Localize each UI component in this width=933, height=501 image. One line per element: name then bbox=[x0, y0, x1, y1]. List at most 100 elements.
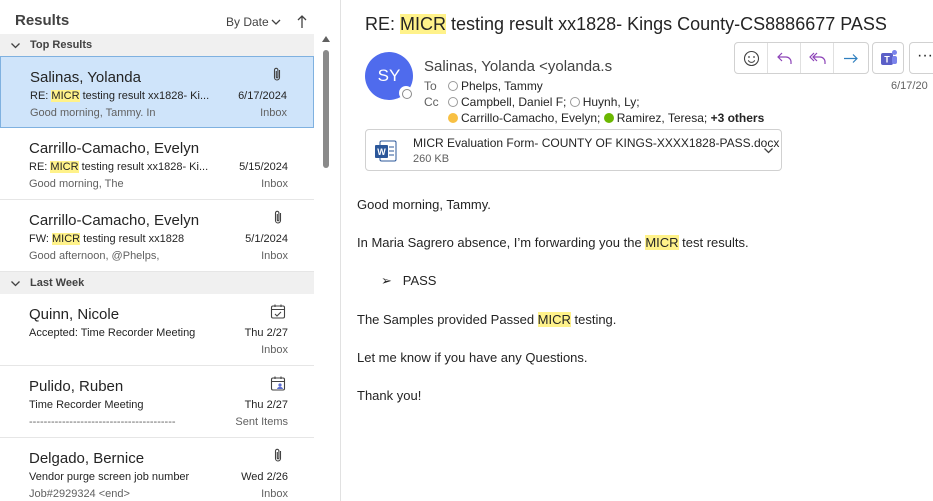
message-date: 6/17/20 bbox=[891, 80, 928, 92]
preview-text: ---------------------------------------- bbox=[29, 416, 176, 428]
reply-button[interactable] bbox=[768, 43, 801, 73]
body-paragraph: Let me know if you have any Questions. bbox=[357, 350, 588, 365]
reply-icon bbox=[777, 52, 792, 64]
chevron-down-icon[interactable] bbox=[10, 278, 21, 289]
group-label: Last Week bbox=[30, 277, 85, 289]
reply-all-button[interactable] bbox=[801, 43, 834, 73]
received-date: 5/15/2024 bbox=[239, 161, 288, 173]
teams-icon: T bbox=[881, 50, 897, 65]
subject-line: Accepted: Time Recorder Meeting bbox=[29, 327, 196, 339]
chevron-down-icon[interactable] bbox=[270, 16, 282, 28]
react-button[interactable] bbox=[735, 43, 768, 73]
subject-line: Vendor purge screen job number bbox=[29, 471, 190, 483]
sender-name: Pulido, Ruben bbox=[29, 378, 124, 395]
list-item[interactable]: Carrillo-Camacho, Evelyn FW: MICR testin… bbox=[0, 200, 314, 272]
list-scrollbar[interactable] bbox=[319, 36, 333, 501]
presence-offline-icon bbox=[569, 97, 580, 107]
body-paragraph: The Samples provided Passed MICR testing… bbox=[357, 312, 617, 327]
sort-by-date-button[interactable]: By Date bbox=[226, 15, 269, 29]
received-date: Wed 2/26 bbox=[241, 471, 288, 483]
group-header-top-results[interactable]: Top Results bbox=[0, 34, 314, 56]
presence-available-icon bbox=[603, 113, 614, 123]
list-item[interactable]: Carrillo-Camacho, Evelyn RE: MICR testin… bbox=[0, 128, 314, 200]
body-paragraph: In Maria Sagrero absence, I’m forwarding… bbox=[357, 235, 749, 250]
more-recipients-link[interactable]: +3 others bbox=[711, 111, 765, 125]
folder-label: Inbox bbox=[261, 344, 288, 356]
chevron-down-icon[interactable] bbox=[763, 145, 774, 156]
cc-recipients-more: Carrillo-Camacho, Evelyn; Ramirez, Teres… bbox=[424, 111, 764, 125]
received-date: 5/1/2024 bbox=[245, 233, 288, 245]
subject-line: Time Recorder Meeting bbox=[29, 399, 144, 411]
calendar-accepted-icon bbox=[270, 304, 286, 319]
sender-name: Carrillo-Camacho, Evelyn bbox=[29, 140, 200, 157]
preview-text: Job#2929324 <end> bbox=[29, 488, 130, 500]
received-date: Thu 2/27 bbox=[244, 327, 288, 339]
presence-offline-icon bbox=[399, 86, 413, 100]
sender-address[interactable]: Salinas, Yolanda <yolanda.sa bbox=[424, 58, 612, 75]
recipient[interactable]: Huynh, Ly; bbox=[583, 95, 640, 109]
message-subject: RE: MICR testing result xx1828- Kings Co… bbox=[365, 14, 887, 34]
sort-direction-icon[interactable] bbox=[296, 14, 308, 29]
calendar-attendees-icon bbox=[270, 376, 286, 391]
forward-icon bbox=[844, 54, 858, 63]
preview-text: Good afternoon, @Phelps, bbox=[29, 250, 160, 262]
preview-text: Good morning, The bbox=[29, 178, 124, 190]
body-greeting: Good morning, Tammy. bbox=[357, 197, 491, 212]
folder-label: Sent Items bbox=[235, 416, 288, 428]
attachment-card[interactable]: W MICR Evaluation Form- COUNTY OF KINGS-… bbox=[365, 129, 782, 171]
arrow-bullet-icon: ➢ bbox=[381, 273, 392, 288]
reading-pane: RE: MICR testing result xx1828- Kings Co… bbox=[341, 0, 933, 501]
subject-line: FW: MICR testing result xx1828 bbox=[29, 233, 185, 245]
forward-button[interactable] bbox=[834, 43, 867, 73]
paperclip-icon bbox=[274, 448, 282, 462]
sender-name: Delgado, Bernice bbox=[29, 450, 145, 467]
results-title: Results bbox=[15, 12, 70, 29]
smiley-icon bbox=[743, 50, 760, 67]
chevron-down-icon[interactable] bbox=[10, 40, 21, 51]
list-item[interactable]: Delgado, Bernice Vendor purge screen job… bbox=[0, 438, 314, 501]
paperclip-icon bbox=[273, 67, 281, 81]
preview-text: Good morning, Tammy. In bbox=[30, 107, 156, 119]
group-label: Top Results bbox=[30, 39, 93, 51]
presence-offline-icon bbox=[448, 97, 458, 107]
word-document-icon: W bbox=[375, 140, 397, 162]
cc-recipients: Cc Campbell, Daniel F; Huynh, Ly; bbox=[424, 95, 640, 109]
recipient[interactable]: Carrillo-Camacho, Evelyn; bbox=[461, 111, 600, 125]
folder-label: Inbox bbox=[261, 250, 288, 262]
scroll-up-icon[interactable] bbox=[322, 36, 330, 42]
message-list: Top Results Salinas, Yolanda RE: MICR te… bbox=[0, 34, 314, 501]
recipient[interactable]: Ramirez, Teresa; bbox=[617, 111, 707, 125]
presence-offline-icon bbox=[448, 81, 458, 91]
subject-line: RE: MICR testing result xx1828- Ki... bbox=[30, 90, 210, 102]
folder-label: Inbox bbox=[261, 178, 288, 190]
teams-button[interactable]: T bbox=[872, 42, 904, 74]
outlook-window: Results By Date Top Results Salinas, Yol… bbox=[0, 0, 933, 501]
sender-name: Salinas, Yolanda bbox=[30, 69, 141, 86]
attachment-size: 260 KB bbox=[413, 153, 450, 165]
recipient[interactable]: Phelps, Tammy bbox=[461, 79, 543, 93]
subject-line: RE: MICR testing result xx1828- Ki... bbox=[29, 161, 209, 173]
body-closing: Thank you! bbox=[357, 388, 422, 403]
list-item[interactable]: Quinn, Nicole Accepted: Time Recorder Me… bbox=[0, 294, 314, 366]
list-item[interactable]: Salinas, Yolanda RE: MICR testing result… bbox=[0, 56, 314, 128]
list-header: Results By Date bbox=[0, 0, 336, 34]
to-recipients: To Phelps, Tammy bbox=[424, 79, 543, 93]
body-bullet: ➢ PASS bbox=[381, 273, 437, 288]
list-item[interactable]: Pulido, Ruben Time Recorder Meeting ----… bbox=[0, 366, 314, 438]
sender-name: Quinn, Nicole bbox=[29, 306, 120, 323]
to-label: To bbox=[424, 79, 437, 93]
group-header-last-week[interactable]: Last Week bbox=[0, 272, 314, 294]
recipient[interactable]: Campbell, Daniel F; bbox=[461, 95, 566, 109]
folder-label: Inbox bbox=[261, 488, 288, 500]
folder-label: Inbox bbox=[260, 107, 287, 119]
attachment-name: MICR Evaluation Form- COUNTY OF KINGS-XX… bbox=[413, 136, 780, 150]
received-date: 6/17/2024 bbox=[238, 90, 287, 102]
paperclip-icon bbox=[274, 210, 282, 224]
more-actions-button[interactable]: ··· bbox=[909, 42, 933, 74]
svg-text:T: T bbox=[884, 55, 890, 65]
received-date: Thu 2/27 bbox=[244, 399, 288, 411]
cc-label: Cc bbox=[424, 95, 439, 109]
sender-name: Carrillo-Camacho, Evelyn bbox=[29, 212, 200, 229]
reply-all-icon bbox=[809, 52, 826, 64]
scrollbar-thumb[interactable] bbox=[323, 50, 329, 168]
